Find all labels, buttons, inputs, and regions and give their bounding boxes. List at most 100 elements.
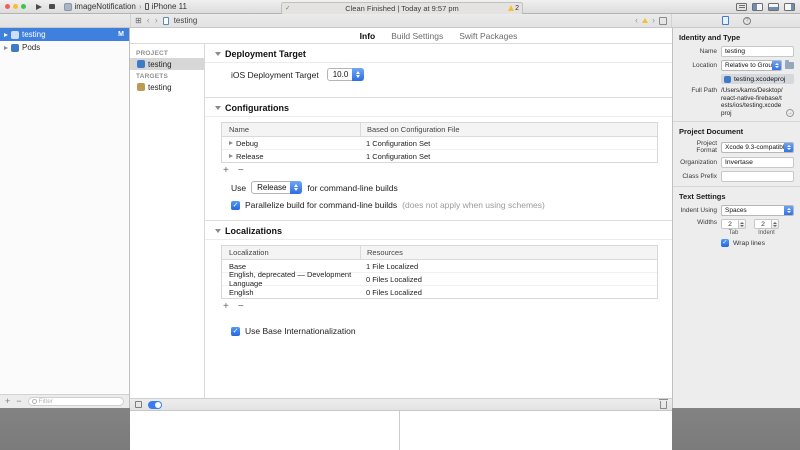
name-field[interactable]: testing <box>721 46 794 57</box>
configurations-table: Name Based on Configuration File Debug 1… <box>221 122 658 163</box>
table-row[interactable]: English 0 Files Localized <box>222 285 657 298</box>
warning-icon <box>642 18 648 23</box>
minimap-icon[interactable] <box>659 17 667 25</box>
next-issue-icon[interactable] <box>652 16 655 25</box>
class-prefix-field[interactable] <box>721 171 794 182</box>
reveal-arrow-icon[interactable] <box>786 109 794 117</box>
table-row[interactable]: English, deprecated — Development Langua… <box>222 272 657 285</box>
project-icon <box>11 31 19 39</box>
section-header: Deployment Target <box>205 44 672 63</box>
editor-options-icon[interactable] <box>736 3 747 11</box>
tab-build-settings[interactable]: Build Settings <box>391 31 443 41</box>
command-line-config-row: Use Release for command-line builds <box>231 181 658 194</box>
sidebar-item-target-testing[interactable]: testing <box>130 81 204 93</box>
run-icon[interactable] <box>36 4 42 10</box>
file-name-row[interactable]: testing.xcodeproj <box>721 74 794 84</box>
column-header-resources: Resources <box>360 246 657 259</box>
table-header: Name Based on Configuration File <box>222 123 657 137</box>
hide-debug-area-icon[interactable] <box>135 401 142 408</box>
navigator-item-testing[interactable]: testing M <box>0 28 129 41</box>
modified-badge: M <box>118 31 124 38</box>
command-line-config-dropdown[interactable]: Release <box>251 181 302 194</box>
parallelize-checkbox[interactable] <box>231 201 240 210</box>
toggle-navigator-icon[interactable] <box>752 3 763 11</box>
file-inspector-icon[interactable] <box>722 16 729 25</box>
organization-field[interactable]: Invertase <box>721 157 794 168</box>
breakpoints-toggle[interactable] <box>148 401 162 409</box>
close-window-button[interactable] <box>5 4 10 9</box>
navigator-filter-bar: Filter <box>0 394 130 408</box>
wrap-lines-checkbox[interactable] <box>721 239 729 247</box>
tab-width-group: 2 Tab <box>721 219 746 236</box>
localization-name: English, deprecated — Development Langua… <box>229 270 360 288</box>
section-header: Configurations <box>205 97 672 117</box>
section-configurations: Configurations Name Based on Configurati… <box>205 97 672 218</box>
dropdown-arrows-icon <box>784 205 794 216</box>
navigator-item-pods[interactable]: Pods <box>0 41 129 54</box>
forward-icon[interactable] <box>155 16 158 25</box>
base-internationalization-checkbox[interactable] <box>231 327 240 336</box>
folder-icon[interactable] <box>785 62 794 69</box>
stop-icon[interactable] <box>49 4 55 10</box>
scheme-selector[interactable]: imageNotification iPhone 11 <box>64 2 187 11</box>
tab-width-stepper[interactable]: 2 <box>721 219 746 229</box>
configuration-name: Release <box>236 152 264 161</box>
localizations-table: Localization Resources Base 1 File Local… <box>221 245 658 299</box>
remove-button[interactable] <box>238 166 244 176</box>
filter-field[interactable]: Filter <box>28 397 124 406</box>
full-path-value: /Users/kams/Desktop/react-native-firebas… <box>721 87 784 117</box>
stepper-arrows-icon[interactable] <box>772 219 779 229</box>
sidebar-item-label: testing <box>148 60 172 69</box>
file-name: testing.xcodeproj <box>734 76 785 83</box>
variables-view <box>130 411 400 450</box>
remove-button[interactable] <box>238 302 244 312</box>
location-dropdown[interactable]: Relative to Group <box>721 60 782 71</box>
disclosure-triangle-icon[interactable] <box>215 229 221 233</box>
tab-info[interactable]: Info <box>360 31 376 41</box>
minimize-window-button[interactable] <box>13 4 18 9</box>
indent-width-stepper[interactable]: 2 <box>754 219 779 229</box>
project-icon <box>724 76 731 83</box>
disclosure-triangle-icon[interactable] <box>4 46 8 50</box>
indent-using-dropdown[interactable]: Spaces <box>721 205 794 216</box>
quick-help-icon[interactable] <box>743 17 751 25</box>
zoom-window-button[interactable] <box>21 4 26 9</box>
disclosure-triangle-icon[interactable] <box>4 33 8 37</box>
trash-icon[interactable] <box>660 401 667 409</box>
table-row[interactable]: Debug 1 Configuration Set <box>222 137 657 149</box>
add-button[interactable] <box>5 397 10 406</box>
previous-issue-icon[interactable] <box>635 16 638 25</box>
organization-label: Organization <box>679 159 721 166</box>
dropdown-value: Xcode 9.3-compatible <box>725 144 788 151</box>
stepper-arrows-icon[interactable] <box>739 219 746 229</box>
target-icon <box>137 83 145 91</box>
toggle-inspector-icon[interactable] <box>784 3 795 11</box>
table-row[interactable]: Release 1 Configuration Set <box>222 149 657 162</box>
disclosure-triangle-icon[interactable] <box>229 154 233 158</box>
add-button[interactable] <box>223 166 229 176</box>
add-button[interactable] <box>223 302 229 312</box>
sidebar-item-project-testing[interactable]: testing <box>130 58 204 70</box>
widths-row: Widths 2 Tab 2 Indent <box>679 219 794 236</box>
targets-group-header: TARGETS <box>130 70 204 81</box>
dropdown-arrows-icon <box>290 181 302 194</box>
project-navigator: testing M Pods <box>0 28 130 394</box>
name-row: Name testing <box>679 46 794 57</box>
disclosure-triangle-icon[interactable] <box>229 141 233 145</box>
column-header-name: Name <box>222 125 360 134</box>
deployment-target-dropdown[interactable]: 10.0 <box>327 68 365 81</box>
project-editor: Info Build Settings Swift Packages PROJE… <box>130 28 672 398</box>
back-icon[interactable] <box>147 16 150 25</box>
dropdown-arrows-icon <box>352 68 364 81</box>
window-tab-label[interactable]: testing <box>174 16 198 25</box>
toggle-debug-area-icon[interactable] <box>768 3 779 11</box>
project-format-row: Project Format Xcode 9.3-compatible <box>679 140 794 154</box>
main-toolbar: imageNotification iPhone 11 Clean Finish… <box>0 0 800 14</box>
remove-button[interactable] <box>16 397 21 406</box>
tab-swift-packages[interactable]: Swift Packages <box>459 31 517 41</box>
disclosure-triangle-icon[interactable] <box>215 106 221 110</box>
related-items-icon[interactable] <box>135 17 142 25</box>
disclosure-triangle-icon[interactable] <box>215 52 221 56</box>
warning-count-button[interactable]: 2 <box>508 5 519 12</box>
project-format-dropdown[interactable]: Xcode 9.3-compatible <box>721 142 794 153</box>
